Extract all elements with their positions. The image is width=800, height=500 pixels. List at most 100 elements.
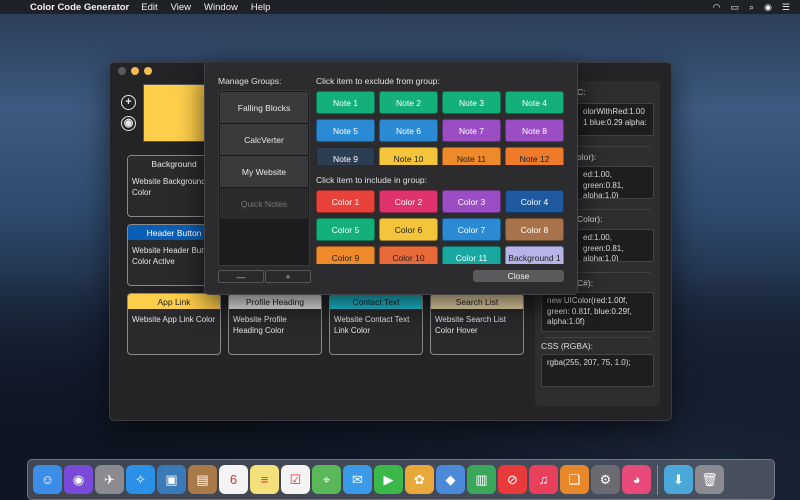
siri-icon[interactable]: ◉ [64, 465, 93, 494]
downloads-folder-icon[interactable]: ⬇ [664, 465, 693, 494]
close-window-button[interactable] [118, 67, 126, 75]
included-item-button[interactable]: Color 6 [379, 218, 438, 241]
included-item-button[interactable]: Color 7 [442, 218, 501, 241]
manage-groups-sheet: Manage Groups: Click item to exclude fro… [204, 63, 578, 295]
minimize-window-button[interactable] [131, 67, 139, 75]
included-item-button[interactable]: Color 9 [316, 246, 375, 264]
code-section-label: C: [577, 87, 586, 97]
card-description: Website Contact Text Link Color [334, 315, 410, 335]
excluded-item-button[interactable]: Note 7 [442, 119, 501, 142]
window-controls [118, 67, 152, 75]
code-section-label: Color): [577, 214, 603, 224]
music-icon[interactable]: ♫ [529, 465, 558, 494]
code-snippet-box[interactable]: new UIColor(red:1.00f, green: 0.81f, blu… [541, 292, 654, 332]
group-list-item[interactable]: My Website [220, 156, 308, 187]
photo-viewer-icon[interactable]: ▣ [157, 465, 186, 494]
keynote-icon[interactable]: ◆ [436, 465, 465, 494]
menu-view[interactable]: View [171, 2, 191, 13]
card-description: Website Profile Heading Color [233, 315, 287, 335]
excluded-item-button[interactable]: Note 1 [316, 91, 375, 114]
notebook-icon[interactable]: ▤ [188, 465, 217, 494]
trash-icon[interactable]: 🗑 [695, 465, 724, 494]
safari-icon[interactable]: ✧ [126, 465, 155, 494]
code-section-label: CSS (RGBA): [541, 341, 593, 351]
exclude-label: Click item to exclude from group: [316, 76, 440, 86]
excluded-item-button[interactable]: Note 2 [379, 91, 438, 114]
code-snippet-box[interactable]: ed:1.00, green:0.81, alpha:1.0) [577, 166, 654, 199]
card-title: Profile Heading [229, 294, 321, 309]
dock: ☺ ◉ ✈ ✧ ▣ ▤ 6 ≡ ☑ ⌖ ✉ ▶ ✿ ◆ ▥ ⊘ ♫ ❑ ⚙ ◕ ⬇ 🗑 [27, 459, 775, 500]
notes-icon[interactable]: ≡ [250, 465, 279, 494]
card-description: Website Search List Color Hover [435, 315, 506, 335]
launchpad-icon[interactable]: ✈ [95, 465, 124, 494]
group-list-item[interactable]: CalcVerter [220, 124, 308, 155]
spotlight-search-icon[interactable]: ⌕ [749, 2, 754, 13]
excluded-item-button[interactable]: Note 3 [442, 91, 501, 114]
excluded-items-grid: Note 1 Note 2 Note 3 Note 4 Note 5 Note 6 Note… [316, 91, 564, 165]
excluded-item-button[interactable]: Note 9 [316, 147, 375, 165]
calendar-icon[interactable]: 6 [219, 465, 248, 494]
finder-icon[interactable]: ☺ [33, 465, 62, 494]
code-section-label: olor): [577, 152, 597, 162]
included-item-button[interactable]: Color 10 [379, 246, 438, 264]
notification-center-icon[interactable]: ☰ [782, 2, 790, 13]
color-card-profile-heading[interactable]: Profile Heading Website Profile Heading … [228, 293, 322, 355]
facetime-icon[interactable]: ▶ [374, 465, 403, 494]
menu-window[interactable]: Window [204, 2, 238, 13]
add-color-icon[interactable]: + [121, 95, 136, 110]
excluded-item-button[interactable]: Note 5 [316, 119, 375, 142]
excluded-item-button[interactable]: Note 10 [379, 147, 438, 165]
current-color-swatch[interactable] [143, 84, 209, 142]
excluded-item-button[interactable]: Note 4 [505, 91, 564, 114]
included-item-button[interactable]: Color 1 [316, 190, 375, 213]
photos-icon[interactable]: ✿ [405, 465, 434, 494]
system-preferences-icon[interactable]: ⚙ [591, 465, 620, 494]
included-item-button[interactable]: Color 5 [316, 218, 375, 241]
include-label: Click item to include in group: [316, 175, 428, 185]
excluded-item-button[interactable]: Note 12 [505, 147, 564, 165]
excluded-item-button[interactable]: Note 6 [379, 119, 438, 142]
group-list-item[interactable]: Falling Blocks [220, 92, 308, 123]
remove-group-button[interactable]: — [218, 270, 264, 283]
group-list: Falling Blocks CalcVerter My Website Quick … [218, 90, 310, 266]
numbers-icon[interactable]: ▥ [467, 465, 496, 494]
color-card-app-link[interactable]: App Link Website App Link Color [127, 293, 221, 355]
divider [545, 337, 650, 338]
reminders-icon[interactable]: ☑ [281, 465, 310, 494]
code-snippet-box[interactable]: ed:1.00, green:0.81, alpha:1.0) [577, 229, 654, 262]
app-menu[interactable]: Color Code Generator [30, 2, 129, 13]
excluded-item-button[interactable]: Note 8 [505, 119, 564, 142]
code-snippet-box[interactable]: rgba(255, 207, 75, 1.0); [541, 354, 654, 387]
included-item-button[interactable]: Color 11 [442, 246, 501, 264]
card-description: Website App Link Color [132, 315, 216, 324]
siri-menu-icon[interactable]: ◉ [764, 2, 772, 13]
group-list-item[interactable]: Quick Notes [220, 188, 308, 219]
card-title: App Link [128, 294, 220, 309]
color-code-generator-icon[interactable]: ◕ [622, 465, 651, 494]
manage-groups-label: Manage Groups: [218, 76, 282, 86]
wifi-icon[interactable]: ◠ [713, 2, 721, 13]
excluded-item-button[interactable]: Note 11 [442, 147, 501, 165]
menu-help[interactable]: Help [251, 2, 271, 13]
close-button[interactable]: Close [473, 270, 564, 282]
card-title: Contact Text [330, 294, 422, 309]
included-item-button[interactable]: Color 2 [379, 190, 438, 213]
books-icon[interactable]: ❑ [560, 465, 589, 494]
color-card-contact-text[interactable]: Contact Text Website Contact Text Link C… [329, 293, 423, 355]
included-items-grid: Color 1 Color 2 Color 3 Color 4 Color 5 Color… [316, 190, 564, 264]
included-item-button[interactable]: Color 4 [505, 190, 564, 213]
preview-eye-icon[interactable]: ◉ [121, 116, 136, 131]
color-card-search-list[interactable]: Search List Website Search List Color Ho… [430, 293, 524, 355]
status-area: ◠ ▭ ⌕ ◉ ☰ [713, 2, 790, 13]
code-snippet-box[interactable]: olorWithRed:1.00 1 blue:0.29 alpha: [577, 103, 654, 136]
zoom-window-button[interactable] [144, 67, 152, 75]
included-item-button[interactable]: Color 3 [442, 190, 501, 213]
battery-icon[interactable]: ▭ [731, 2, 740, 13]
messages-icon[interactable]: ✉ [343, 465, 372, 494]
news-icon[interactable]: ⊘ [498, 465, 527, 494]
add-group-button[interactable]: + [265, 270, 311, 283]
included-item-button[interactable]: Color 8 [505, 218, 564, 241]
included-item-button[interactable]: Background 1 [505, 246, 564, 264]
menu-edit[interactable]: Edit [141, 2, 157, 13]
maps-icon[interactable]: ⌖ [312, 465, 341, 494]
